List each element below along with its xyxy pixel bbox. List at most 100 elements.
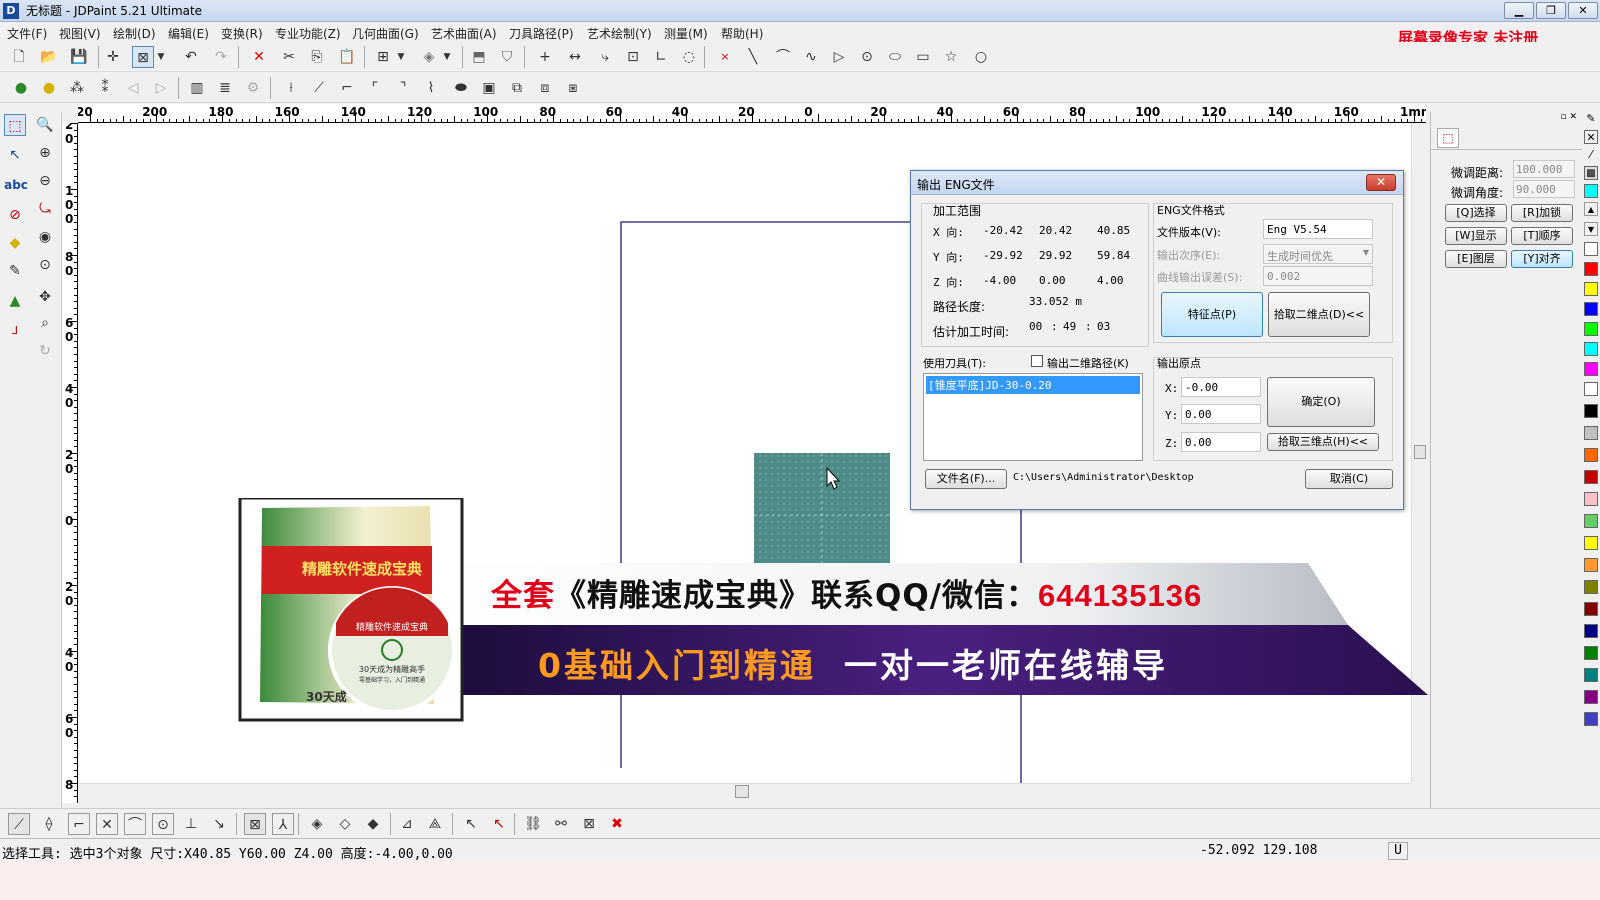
menu-item[interactable]: 专业功能(Z): [275, 25, 341, 42]
fine-angle-input[interactable]: 90.000: [1513, 180, 1575, 198]
snap-level2-icon[interactable]: ⟁: [424, 813, 446, 835]
color-swatch[interactable]: [1584, 514, 1598, 528]
horizontal-scrollbar[interactable]: [79, 783, 1411, 799]
open-file-icon[interactable]: 📂: [38, 46, 60, 68]
chevron-up-icon[interactable]: ▲: [1584, 202, 1598, 216]
snap-cursor-x-icon[interactable]: ↖: [488, 813, 510, 835]
color-swatch[interactable]: [1584, 712, 1598, 726]
fillet-icon[interactable]: ⌐: [336, 77, 358, 99]
menu-item[interactable]: 刀具路径(P): [509, 25, 574, 42]
crosshair-icon[interactable]: ✛: [102, 46, 124, 68]
version-field[interactable]: Eng V5.54: [1263, 219, 1373, 239]
color-swatch[interactable]: [1584, 404, 1598, 418]
snap-link-icon[interactable]: ⚯: [550, 813, 572, 835]
chevron-down-icon[interactable]: ▼: [154, 46, 168, 68]
menu-item[interactable]: 艺术绘制(Y): [587, 25, 652, 42]
bulb-group-icon[interactable]: ⁑: [94, 77, 116, 99]
explode-icon[interactable]: ⧆: [562, 77, 584, 99]
align-button[interactable]: [Y]对齐: [1511, 250, 1573, 268]
menu-item[interactable]: 变换(R): [221, 25, 263, 42]
eyedropper-icon[interactable]: ⁄: [1584, 148, 1598, 162]
menu-item[interactable]: 帮助(H): [721, 25, 763, 42]
color-swatch[interactable]: [1584, 580, 1598, 594]
rectangle-icon[interactable]: ▭: [912, 46, 934, 68]
chevron-down-icon[interactable]: ▼: [394, 46, 408, 68]
box-dimension-icon[interactable]: ⊡: [622, 46, 644, 68]
paste-icon[interactable]: 📋: [336, 46, 358, 68]
layers-icon[interactable]: ≣: [214, 77, 236, 99]
tool-list[interactable]: [锥度平底]JD-30-0.20: [923, 373, 1143, 461]
settings-gear-icon[interactable]: ⚙: [242, 77, 264, 99]
snap-midpoint-icon[interactable]: ⟠: [38, 813, 60, 835]
snap-cursor-icon[interactable]: ↖: [460, 813, 482, 835]
zoom-in-icon[interactable]: ⊕: [34, 142, 56, 164]
ok-button[interactable]: 确定(O): [1267, 377, 1375, 427]
forward-icon[interactable]: ▷: [150, 77, 172, 99]
snap-node3-icon[interactable]: ◆: [362, 813, 384, 835]
spiral-icon[interactable]: ◌: [678, 46, 700, 68]
snap-tangent-icon[interactable]: ⌐: [68, 813, 90, 835]
menu-item[interactable]: 几何曲面(G): [352, 25, 419, 42]
axis-icon[interactable]: ⅃: [4, 320, 26, 342]
origin-x-input[interactable]: -0.00: [1181, 377, 1261, 397]
delete-icon[interactable]: ✕: [248, 46, 270, 68]
select-tool-icon[interactable]: ⬚: [4, 114, 26, 136]
split-icon[interactable]: ⧈: [534, 77, 556, 99]
new-file-icon[interactable]: 🗋: [8, 46, 30, 68]
transform-icon[interactable]: ⊘: [4, 204, 26, 226]
close-icon[interactable]: ✕: [1366, 174, 1396, 191]
angle-icon[interactable]: ∟: [650, 46, 672, 68]
color-swatch[interactable]: [1584, 470, 1598, 484]
snap-box-x-icon[interactable]: ⊠: [578, 813, 600, 835]
circle-icon[interactable]: ⊙: [856, 46, 878, 68]
panel-pin-icon[interactable]: ▫ ✕: [1431, 112, 1583, 122]
snap-angle-icon[interactable]: ⅄: [272, 813, 294, 835]
extend-icon[interactable]: ⟋: [308, 77, 330, 99]
feature-point-button[interactable]: 特征点(P): [1161, 292, 1263, 337]
node-edit-icon[interactable]: ↖: [4, 144, 26, 166]
color-swatch[interactable]: [1584, 362, 1598, 376]
snap-off-icon[interactable]: ✖: [606, 813, 628, 835]
pan-icon[interactable]: ✥: [34, 286, 56, 308]
chevron-down-icon[interactable]: ▼: [1584, 222, 1598, 236]
redo-icon[interactable]: ↷: [210, 46, 232, 68]
star-icon[interactable]: ☆: [940, 46, 962, 68]
color-swatch[interactable]: [1584, 646, 1598, 660]
snap-grid-icon[interactable]: ⊠: [244, 813, 266, 835]
point-icon[interactable]: +: [534, 46, 556, 68]
tool-list-item[interactable]: [锥度平底]JD-30-0.20: [926, 376, 1140, 394]
shield-icon[interactable]: ⛉: [496, 46, 518, 68]
select-button[interactable]: [Q]选择: [1445, 204, 1507, 222]
menu-item[interactable]: 文件(F): [7, 25, 47, 42]
show-button[interactable]: [W]显示: [1445, 227, 1507, 245]
menu-item[interactable]: 测量(M): [664, 25, 708, 42]
output-2d-checkbox[interactable]: [1031, 355, 1043, 367]
cancel-button[interactable]: 取消(C): [1305, 469, 1393, 489]
view-3d-icon[interactable]: ◈: [418, 46, 440, 68]
zoom-all-icon[interactable]: ⊙: [34, 254, 56, 276]
snap-chain-icon[interactable]: ⛓: [522, 813, 544, 835]
pattern-icon[interactable]: ▩: [1584, 166, 1598, 180]
chevron-down-icon[interactable]: ▼: [440, 46, 454, 68]
zoom-scale-icon[interactable]: ⌕: [34, 312, 56, 334]
zoom-out-icon[interactable]: ⊖: [34, 170, 56, 192]
line-icon[interactable]: ╲: [742, 46, 764, 68]
offset-icon[interactable]: ⤷: [594, 46, 616, 68]
frame-icon[interactable]: ▣: [478, 77, 500, 99]
menu-item[interactable]: 编辑(E): [168, 25, 209, 42]
color-swatch[interactable]: [1584, 322, 1598, 336]
snap-node2-icon[interactable]: ◇: [334, 813, 356, 835]
grid-icon[interactable]: ⊞: [372, 46, 394, 68]
snap-endpoint-icon[interactable]: ⟋: [8, 813, 30, 835]
chamfer-icon[interactable]: ⌜: [364, 77, 386, 99]
ellipse-icon[interactable]: ⬭: [884, 46, 906, 68]
close-window-button[interactable]: ✕: [1568, 2, 1598, 19]
menu-item[interactable]: 艺术曲面(A): [431, 25, 497, 42]
pick-2d-point-button[interactable]: 拾取二维点(D)<<: [1268, 292, 1370, 337]
order-button[interactable]: [T]顺序: [1511, 227, 1573, 245]
corner-icon[interactable]: ⌝: [392, 77, 414, 99]
snap-arc-icon[interactable]: ⌒: [124, 813, 146, 835]
dimension-icon[interactable]: ↔: [564, 46, 586, 68]
menu-item[interactable]: 绘制(D): [113, 25, 156, 42]
snap-level-icon[interactable]: ⊿: [396, 813, 418, 835]
